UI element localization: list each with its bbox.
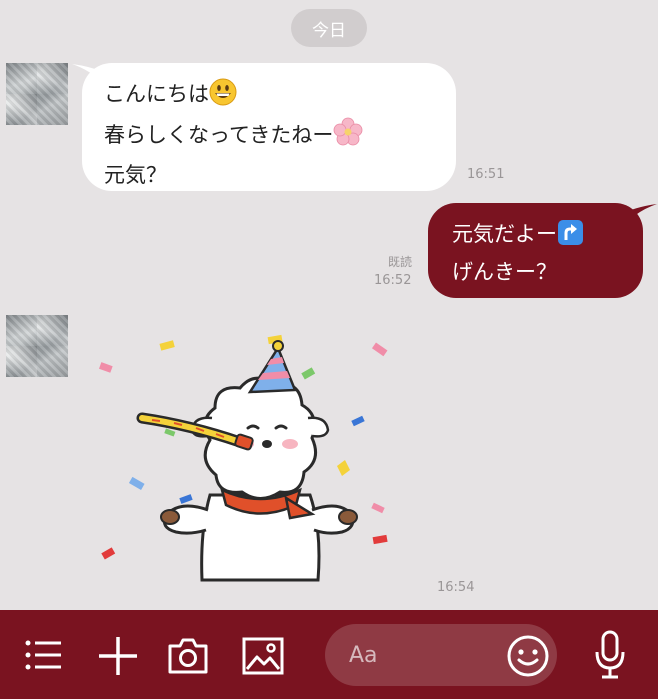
image-icon[interactable] — [242, 637, 284, 675]
plus-icon[interactable] — [97, 635, 139, 677]
emoji-icon[interactable] — [506, 634, 550, 678]
message-input-placeholder: Aa — [349, 643, 378, 668]
message-bubble-outgoing[interactable]: 元気だよー げんきー？ — [428, 203, 643, 298]
timestamp: 16:54 — [437, 580, 475, 595]
grinning-face-icon — [209, 78, 237, 117]
message-bubble-incoming[interactable]: こんにちは 春らしくなってきたねー 元気？ — [82, 63, 456, 191]
menu-icon[interactable] — [24, 638, 64, 672]
arrow-curving-up-icon — [557, 219, 584, 256]
microphone-icon[interactable] — [593, 630, 627, 680]
message-line: げんきー？ — [452, 260, 557, 284]
avatar[interactable] — [6, 63, 68, 125]
cherry-blossom-icon — [333, 117, 363, 158]
message-line: 春らしくなってきたねー — [104, 117, 436, 158]
timestamp: 16:51 — [467, 167, 505, 182]
message-line: 元気だよー — [452, 218, 643, 256]
camera-icon[interactable] — [167, 637, 209, 675]
avatar[interactable] — [6, 315, 68, 377]
timestamp: 16:52 — [374, 273, 412, 288]
message-line: 元気？ — [104, 163, 167, 187]
read-receipt: 既読 — [388, 255, 413, 269]
sticker-party-sheep[interactable] — [90, 330, 410, 592]
date-divider: 今日 — [291, 9, 367, 47]
message-line: こんにちは — [104, 77, 436, 117]
message-toolbar: Aa — [0, 610, 658, 699]
